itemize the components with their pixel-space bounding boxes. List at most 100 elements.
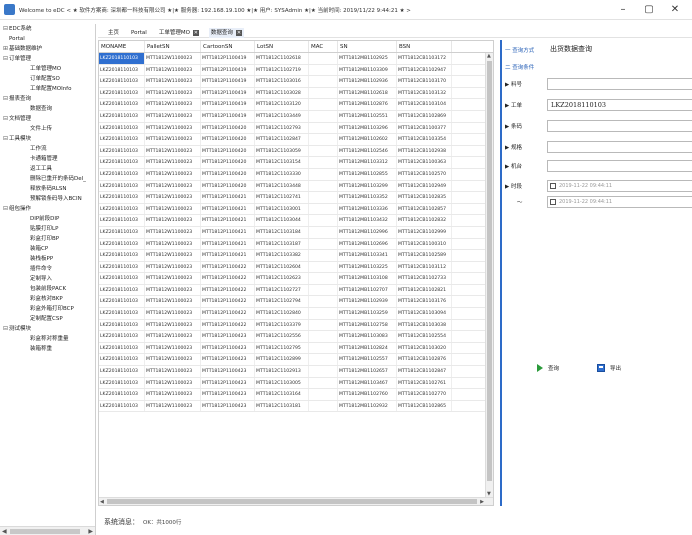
table-cell[interactable]: LKZ2018110103 [99,110,145,122]
table-cell[interactable] [309,122,338,134]
sidebar-item[interactable]: 彩盒打印BP [0,234,95,244]
table-cell[interactable] [309,319,338,331]
table-cell[interactable]: MTT1812C1102847 [255,134,309,145]
sidebar-item[interactable]: 订单配置SO [0,74,95,84]
table-cell[interactable]: LKZ2018110103 [99,157,145,168]
sidebar-item[interactable]: 工单配置MOInfo [0,84,95,94]
table-cell[interactable]: MTT1812CB1102761 [397,377,452,389]
table-cell[interactable]: MTT1812CB1103172 [397,53,452,64]
table-cell[interactable] [309,238,338,250]
table-cell[interactable]: MTT1812C1102623 [255,273,309,284]
table-cell[interactable]: MTT1812CB1103020 [397,342,452,354]
table-cell[interactable]: MTT1812W1100023 [145,389,201,400]
table-cell[interactable]: MTT1812CB1102947 [397,64,452,76]
table-cell[interactable]: MTT1812W1100023 [145,180,201,192]
sidebar-item[interactable]: 装箱称重 [0,344,95,354]
table-cell[interactable]: MTT1812CB1103094 [397,308,452,319]
table-cell[interactable]: MTT1812P1100421 [201,215,255,226]
table-cell[interactable]: MTT1812P1100422 [201,261,255,273]
sidebar-item[interactable]: 返工工具 [0,164,95,174]
table-cell[interactable] [309,273,338,284]
table-cell[interactable]: LKZ2018110103 [99,87,145,99]
table-cell[interactable]: LKZ2018110103 [99,308,145,319]
table-cell[interactable]: MTT1812W1100023 [145,273,201,284]
table-cell[interactable]: MTT1812P1100422 [201,296,255,308]
table-cell[interactable]: MTT1812C1102840 [255,308,309,319]
table-cell[interactable]: MTT1812MB1102925 [338,53,397,64]
table-cell[interactable]: MTT1812W1100023 [145,157,201,168]
table-cell[interactable]: MTT1812CB1102733 [397,273,452,284]
table-cell[interactable]: MTT1812CB1100377 [397,122,452,134]
table-cell[interactable] [309,87,338,99]
table-row[interactable]: LKZ2018110103 MTT1812W1100023 MTT1812P1100… [99,110,493,123]
table-cell[interactable]: MTT1812P1100421 [201,250,255,261]
table-cell[interactable]: MTT1812W1100023 [145,377,201,389]
table-row[interactable]: LKZ2018110103 MTT1812W1100023 MTT1812P1100… [99,261,493,274]
table-row[interactable]: LKZ2018110103 MTT1812W1100023 MTT1812P1100… [99,99,493,111]
table-cell[interactable]: MTT1812P1100420 [201,134,255,145]
sidebar-item[interactable]: 数据查询 [0,104,95,114]
table-row[interactable]: LKZ2018110103 MTT1812W1100023 MTT1812P1100… [99,354,493,367]
time-to-checkbox[interactable] [550,199,556,205]
table-cell[interactable]: MTT1812W1100023 [145,366,201,377]
table-cell[interactable]: MTT1812P1100423 [201,331,255,342]
sidebar-item[interactable]: 装箱CP [0,244,95,254]
table-cell[interactable]: MTT1812CB1103104 [397,99,452,110]
table-cell[interactable]: MTT1812P1100419 [201,76,255,87]
table-cell[interactable]: MTT1812C1103448 [255,180,309,192]
sidebar-item[interactable]: 工作流 [0,144,95,154]
table-cell[interactable]: MTT1812W1100023 [145,400,201,412]
table-cell[interactable]: MTT1812CB1103354 [397,134,452,145]
table-cell[interactable] [309,180,338,192]
table-cell[interactable]: MTT1812W1100023 [145,99,201,110]
query-field-input[interactable] [547,120,692,132]
table-row[interactable]: LKZ2018110103 MTT1812W1100023 MTT1812P1100… [99,76,493,88]
table-cell[interactable]: MTT1812MB1102546 [338,145,397,157]
query-field-input[interactable]: LKZ2018110103 [547,99,692,111]
table-cell[interactable]: MTT1812CB1103176 [397,296,452,308]
sidebar-item[interactable]: 贴膜打印LP [0,224,95,234]
grid-vscrollbar[interactable]: ▲ ▼ [485,53,493,497]
table-cell[interactable]: MTT1812C1102719 [255,64,309,76]
sidebar-item[interactable]: 彩盒称对称重量 [0,334,95,344]
table-cell[interactable] [309,168,338,180]
table-cell[interactable]: LKZ2018110103 [99,76,145,87]
table-cell[interactable]: MTT1812MB1102758 [338,319,397,331]
table-cell[interactable]: MTT1812P1100420 [201,168,255,180]
table-row[interactable]: LKZ2018110103 MTT1812W1100023 MTT1812P1100… [99,203,493,216]
table-row[interactable]: LKZ2018110103 MTT1812W1100023 MTT1812P1100… [99,273,493,285]
table-cell[interactable]: LKZ2018110103 [99,366,145,377]
table-cell[interactable]: MTT1812MB1102657 [338,366,397,377]
scroll-thumb[interactable] [10,529,80,534]
sidebar-item[interactable]: ⊟文档管理 [0,114,95,124]
tab[interactable]: 数据查询 ✕ [208,27,244,38]
sidebar-item[interactable]: 包装前段PACK [0,284,95,294]
scroll-left-icon[interactable]: ◀ [100,498,104,505]
table-cell[interactable]: MTT1812C1102913 [255,366,309,377]
table-cell[interactable] [309,157,338,168]
table-cell[interactable]: MTT1812CB1102876 [397,354,452,366]
table-cell[interactable]: MTT1812P1100419 [201,87,255,99]
table-cell[interactable]: MTT1812W1100023 [145,250,201,261]
table-row[interactable]: LKZ2018110103 MTT1812W1100023 MTT1812P1100… [99,226,493,239]
table-cell[interactable]: MTT1812CB1100310 [397,238,452,250]
table-cell[interactable]: LKZ2018110103 [99,331,145,342]
table-cell[interactable]: MTT1812C1103382 [255,250,309,261]
table-cell[interactable]: MTT1812W1100023 [145,76,201,87]
table-cell[interactable]: MTT1812MB1103467 [338,377,397,389]
table-cell[interactable]: LKZ2018110103 [99,145,145,157]
table-row[interactable]: LKZ2018110103 MTT1812W1100023 MTT1812P1100… [99,157,493,169]
table-cell[interactable]: MTT1812CB1102770 [397,389,452,400]
table-cell[interactable]: MTT1812MB1103108 [338,273,397,284]
table-row[interactable]: LKZ2018110103 MTT1812W1100023 MTT1812P1100… [99,342,493,355]
table-cell[interactable]: MTT1812CB1102832 [397,215,452,226]
sidebar-item[interactable]: Portal [0,34,95,44]
table-cell[interactable]: LKZ2018110103 [99,319,145,331]
table-row[interactable]: LKZ2018110103 MTT1812W1100023 MTT1812P1100… [99,366,493,378]
table-cell[interactable]: MTT1812CB1102821 [397,284,452,296]
column-header[interactable]: LotSN [255,41,309,52]
sidebar-hscrollbar[interactable]: ◀ ▶ [0,526,95,535]
table-cell[interactable]: LKZ2018110103 [99,389,145,400]
sidebar-item[interactable]: 定制配置CSP [0,314,95,324]
table-cell[interactable]: MTT1812P1100421 [201,203,255,215]
